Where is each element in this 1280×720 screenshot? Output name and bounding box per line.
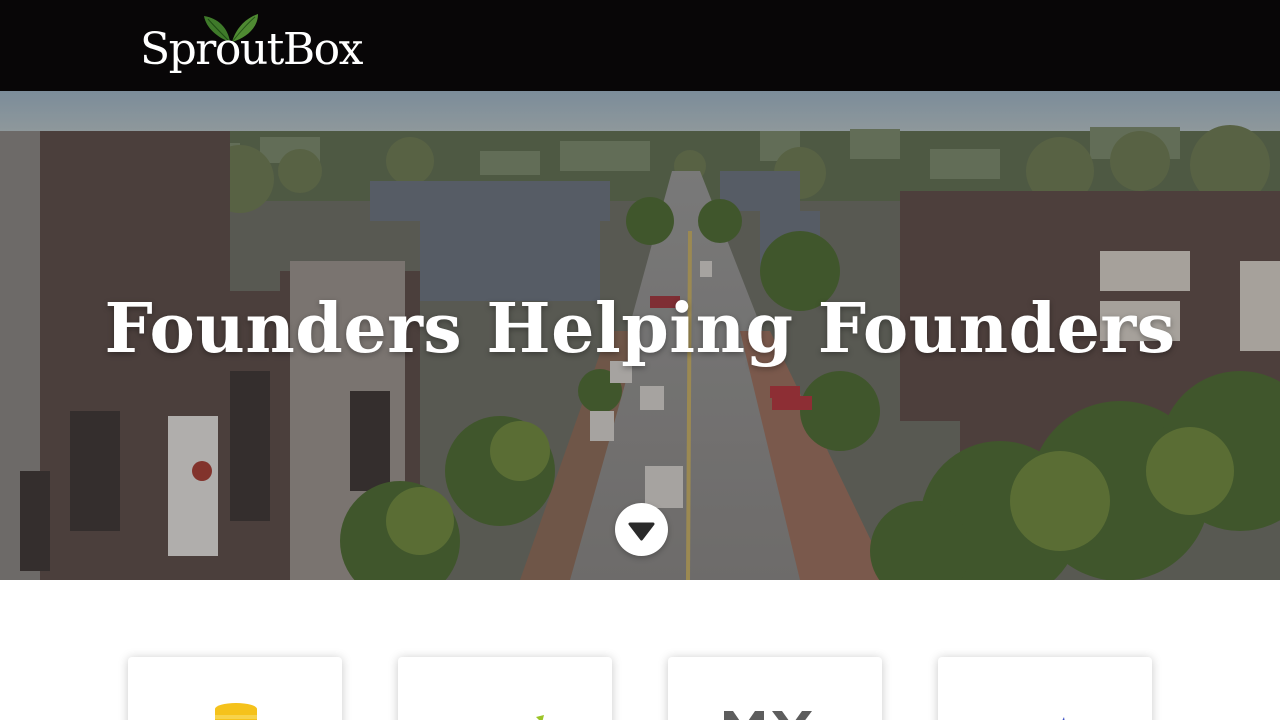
logo-text: SproutBox [140, 24, 364, 75]
chevron-down-icon [628, 522, 655, 541]
portfolio-card[interactable] [938, 657, 1152, 720]
scroll-down-button[interactable] [615, 503, 668, 556]
hero-banner: Founders Helping Founders [0, 91, 1280, 580]
hero-title: Founders Helping Founders [104, 289, 1176, 369]
blue-mark-logo-icon [1062, 717, 1065, 720]
portfolio-card[interactable] [398, 657, 612, 720]
portfolio-section [0, 580, 1280, 720]
portfolio-card[interactable] [128, 657, 342, 720]
green-leaf-logo-icon [536, 715, 544, 720]
site-header: SproutBox [0, 0, 1280, 91]
yellow-stack-logo-icon [215, 703, 257, 720]
portfolio-card[interactable] [668, 657, 882, 720]
mx-logo-icon [724, 711, 812, 720]
sproutbox-logo[interactable]: SproutBox [140, 12, 370, 80]
